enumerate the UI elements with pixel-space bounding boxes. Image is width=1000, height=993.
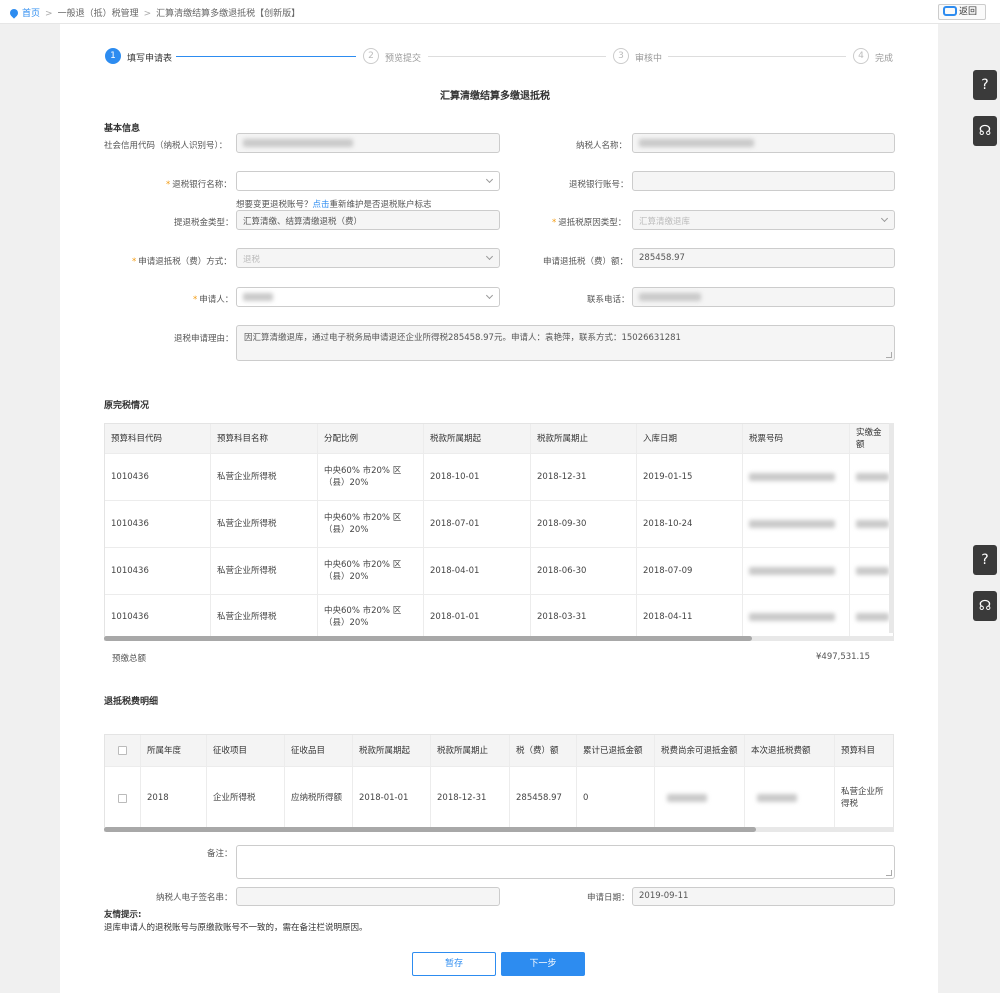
step-1-label: 填写申请表 bbox=[127, 54, 173, 64]
bank-account-label: 退税银行账号： bbox=[569, 180, 629, 190]
column-header: 所属年度 bbox=[141, 735, 207, 766]
vertical-scrollbar[interactable] bbox=[889, 423, 894, 633]
column-header: 预算科目代码 bbox=[105, 424, 211, 453]
prepaid-total-label: 预缴总额 bbox=[112, 654, 147, 664]
column-header: 征收项目 bbox=[207, 735, 285, 766]
original-tax-table: 预算科目代码 预算科目名称 分配比例 税款所属期起 税款所属期止 入库日期 税票… bbox=[104, 423, 894, 638]
reset-account-link[interactable]: 点击 bbox=[313, 200, 330, 210]
signature-label: 纳税人电子签名串： bbox=[156, 893, 233, 903]
headset-icon[interactable]: ☊ bbox=[973, 116, 997, 146]
table-row: 1010436 私营企业所得税 中央60% 市20% 区（县）20% 2018-… bbox=[105, 501, 893, 548]
column-header: 税（费）额 bbox=[510, 735, 577, 766]
amount-field[interactable]: 285458.97 bbox=[632, 248, 895, 268]
basic-info-title: 基本信息 bbox=[104, 124, 141, 134]
original-tax-title: 原完税情况 bbox=[104, 401, 150, 411]
column-header: 税票号码 bbox=[743, 424, 850, 453]
column-header: 税费尚余可退抵金额 bbox=[655, 735, 745, 766]
step-3-circle: 3 bbox=[613, 48, 629, 64]
column-header: 实缴金额 bbox=[856, 427, 882, 450]
form-title: 汇算清缴结算多缴退抵税 bbox=[440, 91, 550, 102]
fund-type-field[interactable]: 汇算清缴、结算清缴退税（费） bbox=[236, 210, 500, 230]
credit-code-label: 社会信用代码（纳税人识别号）： bbox=[104, 141, 228, 151]
column-header: 入库日期 bbox=[637, 424, 743, 453]
account-change-hint: 想要变更退税账号？点击重新维护是否退税账户标志 bbox=[236, 200, 432, 210]
reason-label: 退税申请理由： bbox=[174, 334, 234, 344]
save-draft-button[interactable]: 暂存 bbox=[412, 952, 496, 976]
reason-textarea[interactable]: 因汇算清缴退库，通过电子税务局申请退还企业所得税285458.97元。申请人：袁… bbox=[236, 325, 895, 361]
horizontal-scrollbar[interactable] bbox=[104, 827, 894, 832]
tips-title: 友情提示: bbox=[104, 910, 142, 920]
method-label: * 申请退抵税（费）方式： bbox=[132, 257, 232, 267]
help-icon[interactable]: ? bbox=[973, 70, 997, 100]
column-header: 税款所属期止 bbox=[531, 424, 637, 453]
table-row: 1010436 私营企业所得税 中央60% 市20% 区（县）20% 2018-… bbox=[105, 454, 893, 501]
step-2-label: 预览提交 bbox=[385, 54, 422, 64]
apply-date-field[interactable]: 2019-09-11 bbox=[632, 887, 895, 906]
taxpayer-name-field[interactable] bbox=[632, 133, 895, 153]
step-1-circle: 1 bbox=[105, 48, 121, 64]
refund-detail-table: 所属年度 征收项目 征收品目 税款所属期起 税款所属期止 税（费）额 累计已退抵… bbox=[104, 734, 894, 829]
back-button[interactable]: 返回 bbox=[938, 4, 986, 20]
breadcrumb: 首页 > 一般退（抵）税管理 > 汇算清缴结算多缴退抵税【创新版】 bbox=[8, 6, 301, 19]
location-icon bbox=[8, 7, 20, 19]
reason-type-select[interactable]: 汇算清缴退库 bbox=[632, 210, 895, 230]
bank-account-field[interactable] bbox=[632, 171, 895, 191]
remark-textarea[interactable] bbox=[236, 845, 895, 879]
back-arrow-icon bbox=[943, 6, 957, 16]
horizontal-scrollbar[interactable] bbox=[104, 636, 894, 641]
column-header: 税款所属期起 bbox=[353, 735, 431, 766]
row-checkbox[interactable] bbox=[118, 793, 127, 803]
bank-name-select[interactable] bbox=[236, 171, 500, 191]
table-row: 1010436 私营企业所得税 中央60% 市20% 区（县）20% 2018-… bbox=[105, 548, 893, 595]
step-connector bbox=[176, 56, 356, 57]
bank-name-label: * 退税银行名称： bbox=[166, 180, 232, 190]
headset-icon[interactable]: ☊ bbox=[973, 591, 997, 621]
table-header: 预算科目代码 预算科目名称 分配比例 税款所属期起 税款所属期止 入库日期 税票… bbox=[105, 424, 893, 454]
credit-code-field[interactable] bbox=[236, 133, 500, 153]
fund-type-label: 提退税金类型： bbox=[174, 218, 234, 228]
back-label: 返回 bbox=[959, 7, 978, 17]
table-row: 1010436 私营企业所得税 中央60% 市20% 区（县）20% 2018-… bbox=[105, 595, 893, 637]
top-bar: 首页 > 一般退（抵）税管理 > 汇算清缴结算多缴退抵税【创新版】 返回 bbox=[0, 0, 1000, 24]
column-header: 累计已退抵金额 bbox=[577, 735, 655, 766]
amount-label: 申请退抵税（费）额： bbox=[543, 257, 629, 267]
breadcrumb-separator: > bbox=[143, 9, 152, 19]
column-header: 本次退抵税费额 bbox=[745, 735, 835, 766]
step-2-circle: 2 bbox=[363, 48, 379, 64]
table-row: 2018 企业所得税 应纳税所得额 2018-01-01 2018-12-31 … bbox=[105, 767, 893, 828]
breadcrumb-separator: > bbox=[45, 9, 53, 19]
breadcrumb-home[interactable]: 首页 bbox=[22, 9, 40, 19]
step-connector bbox=[428, 56, 606, 57]
column-header: 税款所属期止 bbox=[431, 735, 510, 766]
step-3-label: 审核中 bbox=[635, 54, 663, 64]
column-header: 预算科目名称 bbox=[211, 424, 318, 453]
breadcrumb-current: 汇算清缴结算多缴退抵税【创新版】 bbox=[156, 9, 301, 19]
reason-type-label: * 退抵税原因类型： bbox=[552, 218, 627, 228]
applicant-select[interactable] bbox=[236, 287, 500, 307]
help-icon[interactable]: ? bbox=[973, 545, 997, 575]
remark-label: 备注： bbox=[207, 849, 233, 859]
apply-date-label: 申请日期： bbox=[587, 893, 630, 903]
applicant-label: * 申请人： bbox=[193, 295, 234, 305]
next-step-button[interactable]: 下一步 bbox=[501, 952, 585, 976]
column-header: 税款所属期起 bbox=[424, 424, 531, 453]
table-header: 所属年度 征收项目 征收品目 税款所属期起 税款所属期止 税（费）额 累计已退抵… bbox=[105, 735, 893, 767]
prepaid-total-row: 预缴总额 ¥497,531.15 bbox=[104, 644, 894, 670]
prepaid-total-value: ¥497,531.15 bbox=[816, 652, 871, 662]
phone-field[interactable] bbox=[632, 287, 895, 307]
column-header: 预算科目 bbox=[841, 745, 876, 756]
breadcrumb-item[interactable]: 一般退（抵）税管理 bbox=[58, 9, 139, 19]
tips-text: 退库申请人的退税账号与原缴款账号不一致的，需在备注栏说明原因。 bbox=[104, 923, 368, 933]
step-connector bbox=[668, 56, 846, 57]
signature-field[interactable] bbox=[236, 887, 500, 906]
step-4-label: 完成 bbox=[875, 54, 894, 64]
column-header: 征收品目 bbox=[285, 735, 353, 766]
step-4-circle: 4 bbox=[853, 48, 869, 64]
phone-label: 联系电话： bbox=[587, 295, 630, 305]
taxpayer-name-label: 纳税人名称： bbox=[576, 141, 628, 151]
method-select[interactable]: 退税 bbox=[236, 248, 500, 268]
refund-detail-title: 退抵税费明细 bbox=[104, 697, 159, 707]
select-all-checkbox[interactable] bbox=[118, 746, 127, 755]
column-header: 分配比例 bbox=[318, 424, 424, 453]
